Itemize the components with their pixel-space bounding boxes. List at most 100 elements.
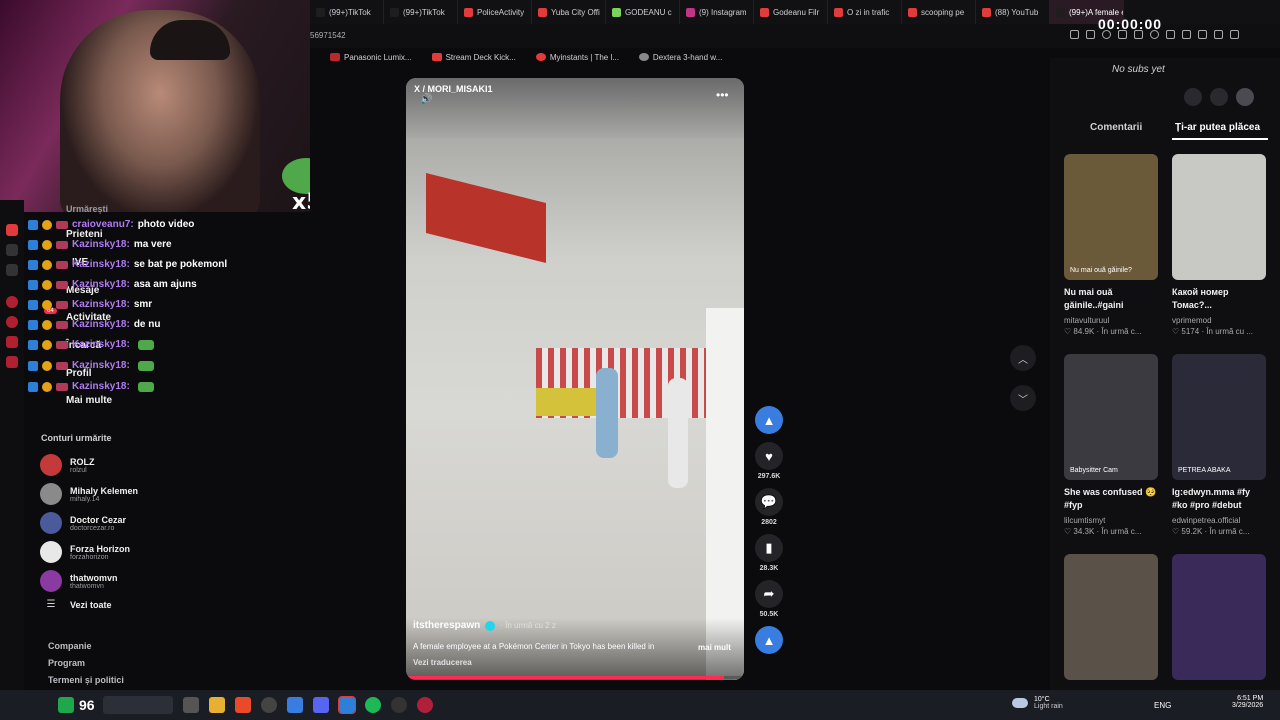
spotify-icon[interactable]	[364, 697, 381, 713]
video-player[interactable]: X / MORI_MISAKI1 🔊 ••• itstherespawn · Î…	[406, 78, 744, 680]
card-title[interactable]: She was confused 🥺 #fyp	[1064, 486, 1160, 514]
browser-tab[interactable]: (88) YouTub	[976, 0, 1050, 24]
recommended-video-card[interactable]: Какой номер Томас?... vprimemod ♡ 5174 · Î…	[1172, 154, 1268, 336]
profile-avatar[interactable]	[1236, 88, 1254, 106]
brave-icon[interactable]	[234, 697, 251, 713]
chat-username[interactable]: Kazinsky18:	[72, 381, 130, 392]
weather-widget[interactable]: 10°C Light rain	[1012, 696, 1063, 710]
music-disc-button[interactable]: ▲	[752, 626, 786, 654]
chat-username[interactable]: Kazinsky18:	[72, 319, 130, 330]
translate-icon[interactable]	[1118, 30, 1127, 39]
next-video-button[interactable]: ﹀	[1010, 385, 1036, 411]
followed-account[interactable]: Forza Horizon forzahorizon	[40, 541, 130, 563]
recommended-video-card[interactable]	[1172, 554, 1268, 680]
translate-link[interactable]: Vezi traducerea	[413, 658, 472, 667]
comment-button[interactable]: 💬 2802	[752, 488, 786, 526]
task-view-icon[interactable]	[182, 697, 199, 713]
card-title[interactable]: Nu mai ouă găinile..#gaini	[1064, 286, 1160, 314]
video-thumbnail[interactable]: Babysitter Cam	[1064, 354, 1158, 480]
followed-account[interactable]: thatwomvn thatwomvn	[40, 570, 118, 592]
recommended-video-card[interactable]: Nu mai ouă găinile? Nu mai ouă găinile..#…	[1064, 154, 1160, 336]
bookmark-item[interactable]: Panasonic Lumix...	[324, 53, 418, 62]
chat-username[interactable]: Kazinsky18:	[72, 360, 130, 371]
settings-icon[interactable]	[1102, 30, 1111, 39]
steam-icon[interactable]	[390, 697, 407, 713]
card-author[interactable]: vprimemod	[1172, 316, 1268, 325]
followed-account[interactable]: Doctor Cezar doctorcezar.ro	[40, 512, 126, 534]
compass-icon[interactable]	[1184, 88, 1202, 106]
card-title[interactable]: Ig:edwyn.mma #fy #ko #pro #debut	[1172, 486, 1268, 514]
video-progress-track[interactable]	[406, 676, 744, 679]
save-button[interactable]: ▮ 28.3K	[752, 534, 786, 572]
card-author[interactable]: mitavulturuul	[1064, 316, 1160, 325]
screenshot-icon[interactable]	[1086, 30, 1095, 39]
chat-username[interactable]: Kazinsky18:	[72, 339, 130, 350]
card-author[interactable]: edwinpetrea.official	[1172, 516, 1268, 525]
browser-tab[interactable]: (9) Instagram	[680, 0, 754, 24]
browser-tab[interactable]: GODEANU c	[606, 0, 680, 24]
game-icon[interactable]	[58, 697, 74, 713]
browser-tab[interactable]: PoliceActivity	[458, 0, 532, 24]
more-caption-link[interactable]: mai mult	[698, 643, 731, 652]
share-button[interactable]: ➦ 50.5K	[752, 580, 786, 618]
phone-icon[interactable]	[1210, 88, 1228, 106]
card-author[interactable]: lilcumtismyt	[1064, 516, 1160, 525]
chat-username[interactable]: craioveanu7:	[72, 219, 134, 230]
video-thumbnail[interactable]	[1172, 154, 1266, 280]
bookmark-item[interactable]: Stream Deck Kick...	[426, 53, 522, 62]
nav-urmaresti[interactable]: Urmărești	[66, 204, 108, 214]
like-button[interactable]: ♥ 297.6K	[752, 442, 786, 480]
reader-icon[interactable]	[1134, 30, 1143, 39]
chat-username[interactable]: Kazinsky18:	[72, 239, 130, 250]
author-avatar-button[interactable]: ▲	[752, 406, 786, 434]
followed-account[interactable]: ROLZ rolzul	[40, 454, 95, 476]
menu-icon[interactable]	[1230, 30, 1239, 39]
chat-username[interactable]: Kazinsky18:	[72, 259, 130, 270]
discord-icon[interactable]	[312, 697, 329, 713]
download-icon[interactable]	[1198, 30, 1207, 39]
tab-you-may-like[interactable]: Ți-ar putea plăcea	[1175, 122, 1260, 133]
ai-icon[interactable]	[1214, 30, 1223, 39]
browser-tab[interactable]: Yuba City Offi	[532, 0, 606, 24]
footer-link-companie[interactable]: Companie	[48, 641, 92, 651]
clock[interactable]: 6:51 PM 3/29/2026	[1232, 695, 1263, 709]
store-icon[interactable]	[286, 697, 303, 713]
card-title[interactable]: Какой номер Томас?...	[1172, 286, 1268, 314]
language-indicator[interactable]: ENG	[1154, 701, 1171, 710]
browser-tab[interactable]: (99+)TikTok	[310, 0, 384, 24]
more-options-icon[interactable]: •••	[716, 88, 729, 102]
heart-icon[interactable]	[1150, 30, 1159, 39]
browser-tab[interactable]: O zi in trafic	[828, 0, 902, 24]
opera-icon[interactable]	[416, 697, 433, 713]
chat-username[interactable]: Kazinsky18:	[72, 299, 130, 310]
video-thumbnail[interactable]: PETREA ABAKA	[1172, 354, 1266, 480]
taskbar-search[interactable]	[102, 696, 173, 714]
browser-tab[interactable]: scooping pe	[902, 0, 976, 24]
recommended-video-card[interactable]: Babysitter Cam She was confused 🥺 #fyp lil…	[1064, 354, 1160, 536]
video-thumbnail[interactable]: Nu mai ouă găinile?	[1064, 154, 1158, 280]
nav-mai-multe[interactable]: Mai multe	[66, 395, 112, 406]
see-all-button[interactable]: ☰ Vezi toate	[40, 599, 112, 610]
recommended-video-card[interactable]	[1064, 554, 1160, 680]
footer-link-program[interactable]: Program	[48, 658, 85, 668]
previous-video-button[interactable]: ︿	[1010, 345, 1036, 371]
video-thumbnail[interactable]	[1172, 554, 1266, 680]
obs-icon[interactable]	[260, 697, 277, 713]
recommended-video-card[interactable]: PETREA ABAKA Ig:edwyn.mma #fy #ko #pro #d…	[1172, 354, 1268, 536]
footer-link-termeni[interactable]: Termeni și politici	[48, 675, 124, 685]
streamer-app-icon[interactable]	[337, 696, 356, 714]
browser-tab[interactable]: (99+)TikTok	[384, 0, 458, 24]
url-fragment[interactable]: 56971542	[310, 31, 346, 40]
volume-icon[interactable]: 🔊	[420, 94, 432, 105]
video-thumbnail[interactable]	[1064, 554, 1158, 680]
share-icon[interactable]	[1166, 30, 1175, 39]
video-author[interactable]: itstherespawn	[413, 620, 480, 631]
pin-icon[interactable]	[1070, 30, 1079, 39]
chat-username[interactable]: Kazinsky18:	[72, 279, 130, 290]
extensions-icon[interactable]	[1182, 30, 1191, 39]
file-explorer-icon[interactable]	[208, 697, 225, 713]
bookmark-item[interactable]: Myinstants | The l...	[530, 53, 625, 62]
bookmark-item[interactable]: Dextera 3-hand w...	[633, 53, 728, 62]
tab-comments[interactable]: Comentarii	[1090, 122, 1142, 133]
followed-account[interactable]: Mihaly Kelemen mihaly.14	[40, 483, 138, 505]
